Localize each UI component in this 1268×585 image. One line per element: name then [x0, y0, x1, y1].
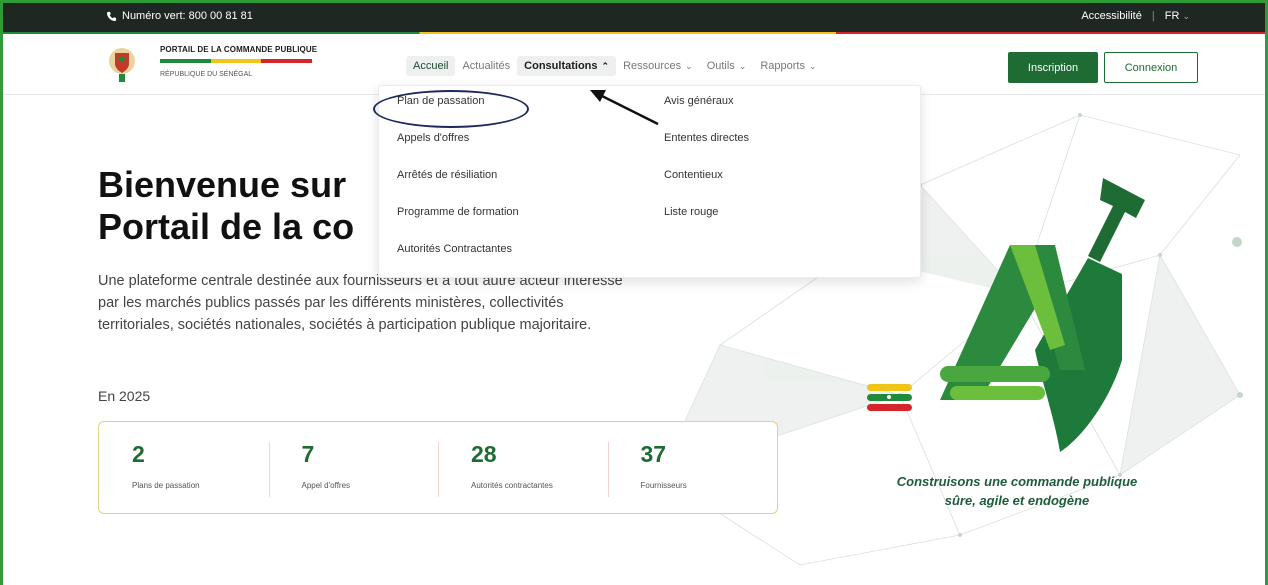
separator: | — [1151, 10, 1155, 22]
accessibility-link[interactable]: Accessibilité — [1081, 10, 1142, 22]
nav-item-actualites[interactable]: Actualités — [455, 56, 517, 76]
tagline-line2: sûre, agile et endogène — [944, 493, 1090, 508]
nav-item-label: Outils — [706, 60, 735, 72]
nav-item-accueil[interactable]: Accueil — [406, 56, 456, 76]
chevron-down-icon: ⌄ — [685, 60, 693, 71]
top-bar: Numéro vert: 800 00 81 81 Accessibilité … — [3, 3, 1265, 32]
menu-item-appels-offres[interactable]: Appels d'offres — [397, 132, 519, 169]
tagline-line1: Construisons une commande publique — [896, 474, 1138, 489]
stat-plans-passation[interactable]: 2 Plans de passation — [99, 422, 269, 513]
stats-panel: 2 Plans de passation 7 Appel d'offres 28… — [98, 421, 778, 514]
nav-item-consultations[interactable]: Consultations ⌃ — [517, 56, 617, 76]
chevron-up-icon: ⌃ — [601, 60, 610, 71]
coat-of-arms-logo[interactable] — [107, 46, 137, 84]
stat-value: 37 — [640, 441, 667, 467]
flag-bars — [160, 59, 313, 63]
nav-item-label: Actualités — [462, 60, 511, 72]
inscription-button[interactable]: Inscription — [1008, 52, 1098, 83]
menu-item-programme-formation[interactable]: Programme de formation — [397, 206, 519, 243]
year-label: En 2025 — [98, 388, 151, 404]
nav-item-label: Accueil — [413, 60, 449, 72]
brand-subtitle: RÉPUBLIQUE DU SÉNÉGAL — [160, 71, 253, 78]
stat-label: Autorités contractantes — [471, 481, 553, 490]
stat-label: Appel d'offres — [301, 481, 351, 490]
annotation-arrow-icon — [590, 90, 659, 126]
menu-item-autorites-contractantes[interactable]: Autorités Contractantes — [397, 243, 519, 280]
stat-value: 28 — [471, 441, 497, 467]
menu-item-contentieux[interactable]: Contentieux — [664, 169, 749, 206]
highlight-ellipse — [373, 90, 529, 128]
phone-icon — [106, 11, 117, 21]
stat-appel-offres[interactable]: 7 Appel d'offres — [268, 422, 439, 513]
nav-item-outils[interactable]: Outils ⌄ — [700, 56, 754, 76]
brand-block[interactable]: PORTAIL DE LA COMMANDE PUBLIQUE RÉPUBLIQ… — [160, 45, 320, 78]
header-flag-line — [3, 32, 1265, 34]
nav-item-label: Ressources — [623, 60, 682, 72]
menu-item-avis-generaux[interactable]: Avis généraux — [664, 95, 749, 132]
stat-value: 2 — [132, 441, 145, 467]
nav-item-rapports[interactable]: Rapports ⌄ — [753, 56, 823, 76]
stat-autorites-contractantes[interactable]: 28 Autorités contractantes — [438, 422, 608, 513]
stat-fournisseurs[interactable]: 37 Fournisseurs — [607, 422, 778, 513]
hero-title-line1: Bienvenue sur — [98, 164, 347, 205]
phone-label: Numéro vert: 800 00 81 81 — [122, 10, 253, 22]
language-label: FR — [1164, 10, 1180, 22]
dropdown-column-2: Avis généraux Ententes directes Contenti… — [664, 95, 749, 243]
connexion-button[interactable]: Connexion — [1104, 52, 1198, 83]
nav-item-label: Consultations — [524, 60, 598, 72]
chevron-down-icon: ⌄ — [1182, 11, 1190, 21]
illustration-tagline: Construisons une commande publique sûre,… — [872, 472, 1162, 510]
hero-title-line2: Portail de la co — [98, 206, 355, 247]
hero-title: Bienvenue sur Portail de la co — [98, 164, 398, 248]
hero-description: Une plateforme centrale destinée aux fou… — [98, 273, 623, 333]
chevron-down-icon: ⌄ — [738, 60, 747, 71]
stat-label: Fournisseurs — [640, 481, 687, 490]
chevron-down-icon: ⌄ — [809, 60, 817, 71]
nav-item-ressources[interactable]: Ressources ⌄ — [616, 56, 700, 76]
brand-title: PORTAIL DE LA COMMANDE PUBLIQUE — [160, 45, 318, 54]
stat-label: Plans de passation — [132, 481, 200, 490]
menu-item-arretes-resiliation[interactable]: Arrêtés de résiliation — [397, 169, 519, 206]
phone-info[interactable]: Numéro vert: 800 00 81 81 — [106, 10, 253, 22]
nav-item-label: Rapports — [760, 60, 805, 72]
menu-item-liste-rouge[interactable]: Liste rouge — [664, 206, 749, 243]
language-selector[interactable]: FR ⌄ — [1165, 10, 1190, 22]
main-nav: Accueil Actualités Consultations ⌃ Resso… — [406, 56, 824, 76]
stat-value: 7 — [301, 441, 315, 467]
menu-item-ententes-directes[interactable]: Ententes directes — [664, 132, 749, 169]
